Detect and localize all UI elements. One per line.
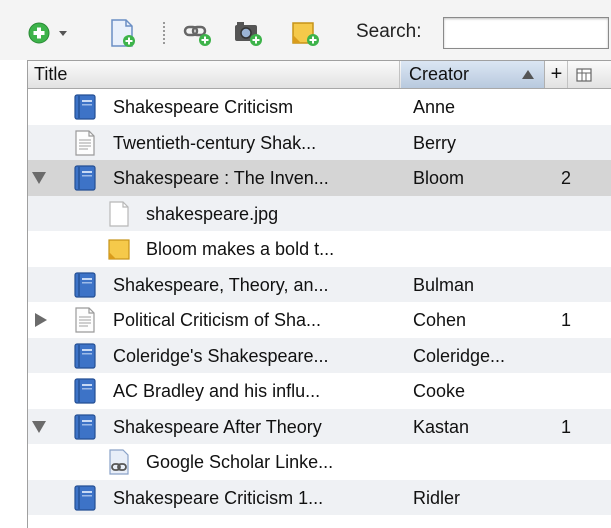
zotero-window: Search: Title Creator + Shakespeare Crit…: [0, 0, 611, 528]
items-list: Shakespeare Criticism Anne Twentieth-centu…: [28, 89, 611, 515]
new-item-button[interactable]: [26, 18, 74, 48]
column-header-creator-label: Creator: [409, 64, 470, 84]
item-title: Shakespeare Criticism 1...: [113, 487, 324, 508]
table-row[interactable]: Shakespeare : The Inven... Bloom 2: [28, 160, 611, 196]
new-file-icon: [111, 19, 135, 47]
sort-ascending-icon: [522, 70, 534, 79]
column-picker-icon: [576, 67, 592, 82]
item-title: Twentieth-century Shak...: [113, 132, 317, 153]
table-header: Title Creator +: [28, 61, 611, 89]
new-standalone-note-button[interactable]: [107, 18, 137, 48]
table-row[interactable]: Coleridge's Shakespeare... Coleridge...: [28, 337, 611, 373]
table-row[interactable]: Shakespeare After Theory Kastan 1: [28, 408, 611, 444]
file-icon: [108, 200, 130, 227]
book-icon: [74, 378, 96, 404]
items-table: Title Creator + Shakespeare Criticism Ann…: [27, 60, 611, 528]
child-row[interactable]: Bloom makes a bold t...: [28, 231, 611, 267]
child-row[interactable]: Google Scholar Linke...: [28, 444, 611, 480]
item-creator: Cooke: [413, 381, 466, 401]
item-title: Bloom makes a bold t...: [146, 239, 335, 259]
book-icon: [74, 94, 96, 120]
column-header-children-label: +: [550, 63, 563, 85]
document-icon: [74, 129, 96, 156]
link-to-uri-button[interactable]: [182, 18, 214, 48]
table-row[interactable]: Shakespeare Criticism Anne: [28, 89, 611, 125]
green-plus-icon: [28, 22, 67, 44]
item-creator: Ridler: [413, 487, 461, 508]
table-row[interactable]: Political Criticism of Sha... Cohen 1: [28, 302, 611, 338]
child-count: 1: [560, 310, 571, 330]
item-title: AC Bradley and his influ...: [113, 381, 321, 401]
table-row[interactable]: Shakespeare, Theory, an... Bulman: [28, 266, 611, 302]
search-label: Search:: [356, 21, 422, 42]
item-title: shakespeare.jpg: [146, 203, 279, 224]
column-header-title-label: Title: [34, 64, 68, 84]
take-snapshot-button[interactable]: [232, 18, 264, 48]
chevron-down-icon: [59, 31, 67, 36]
table-row[interactable]: Twentieth-century Shak... Berry: [28, 124, 611, 160]
item-title: Shakespeare Criticism: [113, 97, 294, 117]
child-count: 2: [560, 168, 571, 188]
document-icon: [74, 307, 96, 333]
item-title: Google Scholar Linke...: [146, 452, 334, 472]
item-title: Coleridge's Shakespeare...: [113, 345, 329, 366]
child-count: 1: [560, 416, 571, 437]
item-title: Shakespeare, Theory, an...: [113, 274, 329, 295]
note-add-icon: [292, 22, 319, 46]
column-header-children[interactable]: +: [546, 61, 568, 88]
disclosure-open-icon[interactable]: [32, 420, 46, 433]
note-icon: [108, 236, 130, 262]
item-title: Political Criticism of Sha...: [113, 310, 322, 330]
column-header-title[interactable]: Title: [28, 61, 400, 88]
item-creator: Kastan: [413, 416, 470, 437]
book-icon: [74, 413, 96, 440]
disclosure-open-icon[interactable]: [32, 172, 46, 184]
book-icon: [74, 484, 96, 511]
item-title: Shakespeare : The Inven...: [113, 168, 329, 188]
column-header-creator[interactable]: Creator: [401, 61, 545, 88]
toolbar: Search:: [0, 0, 611, 60]
item-creator: Anne: [413, 97, 456, 117]
item-creator: Berry: [413, 132, 457, 153]
book-icon: [74, 165, 96, 191]
item-creator: Coleridge...: [413, 345, 506, 366]
item-creator: Bulman: [413, 274, 475, 295]
camera-icon: [235, 22, 262, 46]
new-note-button[interactable]: [290, 18, 322, 48]
web-link-icon: [108, 449, 130, 475]
book-icon: [74, 342, 96, 369]
table-row[interactable]: Shakespeare Criticism 1... Ridler: [28, 479, 611, 515]
chain-link-icon: [183, 25, 211, 46]
child-row[interactable]: shakespeare.jpg: [28, 195, 611, 231]
book-icon: [74, 271, 96, 298]
search-input[interactable]: [443, 17, 609, 49]
item-creator: Bloom: [413, 168, 465, 188]
item-title: Shakespeare After Theory: [113, 416, 322, 437]
item-creator: Cohen: [413, 310, 467, 330]
table-row[interactable]: AC Bradley and his influ... Cooke: [28, 373, 611, 409]
column-picker-button[interactable]: [569, 61, 599, 88]
disclosure-closed-icon[interactable]: [35, 313, 47, 327]
toolbar-separator: [163, 22, 165, 46]
